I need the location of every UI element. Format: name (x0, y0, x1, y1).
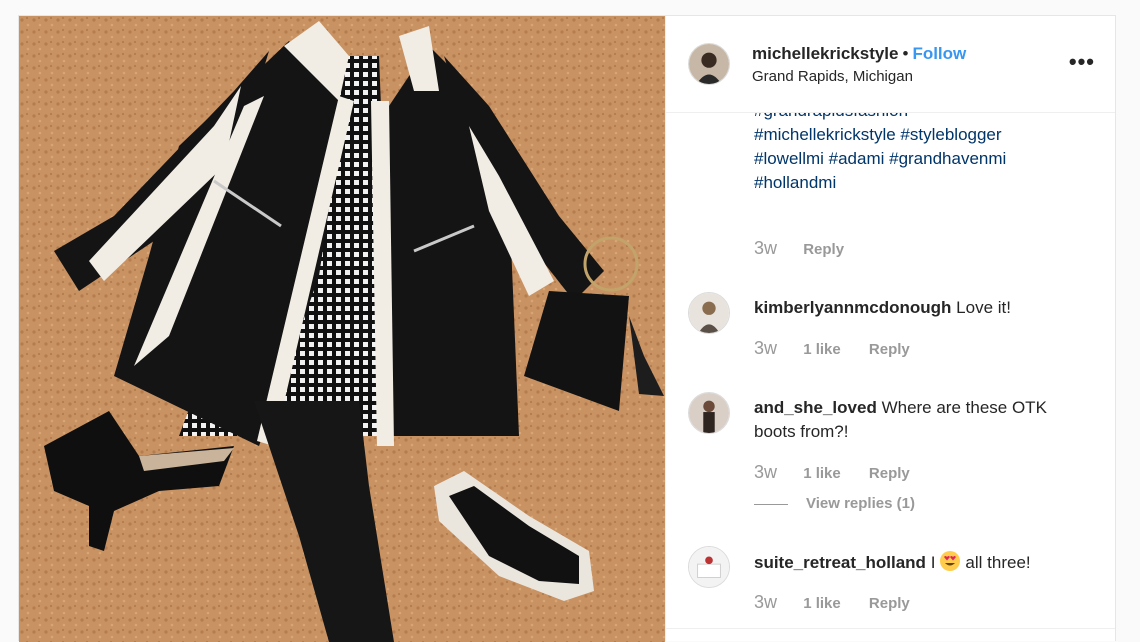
more-options-icon[interactable]: ••• (1069, 51, 1095, 73)
commenter-username[interactable]: kimberlyannmcdonough (754, 298, 951, 317)
commenter-username[interactable]: suite_retreat_holland (754, 553, 926, 572)
caption-meta: 3w Reply (754, 238, 844, 259)
comment-text-block: kimberlyannmcdonough Love it! (754, 296, 1075, 320)
caption-line: #grandrapidsfashion (754, 112, 1006, 123)
caption-line: #hollandmi (754, 171, 1006, 195)
replies-divider (754, 503, 788, 505)
heart-eyes-emoji-icon (940, 551, 961, 571)
hashtag-link[interactable]: #michellekrickstyle #styleblogger (754, 125, 1002, 144)
author-username[interactable]: michellekrickstyle (752, 44, 898, 63)
comment-likes[interactable]: 1 like (803, 595, 841, 612)
caption-time[interactable]: 3w (754, 238, 777, 258)
post-side-panel: michellekrickstyle • Follow Grand Rapids, … (665, 16, 1115, 641)
commenter-avatar[interactable] (688, 392, 730, 434)
caption-line: #lowellmi #adami #grandhavenmi (754, 147, 1006, 171)
comment-meta: 3w 1 like Reply (754, 592, 910, 613)
action-bar-edge (666, 628, 1115, 641)
hashtag-link[interactable]: #grandrapidsfashion (754, 112, 908, 120)
comment-time[interactable]: 3w (754, 462, 777, 482)
comment-likes[interactable]: 1 like (803, 465, 841, 482)
comment-likes[interactable]: 1 like (803, 341, 841, 358)
comment-time[interactable]: 3w (754, 338, 777, 358)
comment-reply-button[interactable]: Reply (869, 465, 910, 482)
follow-button[interactable]: Follow (912, 44, 966, 63)
comment-text-before: I (930, 553, 936, 572)
comment-text: Love it! (956, 298, 1011, 317)
post-location[interactable]: Grand Rapids, Michigan (752, 68, 913, 85)
view-replies-button[interactable]: View replies (1) (754, 495, 915, 512)
separator-dot: • (902, 44, 909, 63)
caption-line: #michellekrickstyle #styleblogger (754, 123, 1006, 147)
commenter-avatar[interactable] (688, 546, 730, 588)
author-line: michellekrickstyle • Follow (752, 44, 966, 64)
hashtag-link[interactable]: #hollandmi (754, 173, 836, 192)
comment-reply-button[interactable]: Reply (869, 595, 910, 612)
comments-list[interactable]: #grandrapidsfashion #michellekrickstyle … (666, 112, 1115, 641)
comment-meta: 3w 1 like Reply (754, 462, 910, 483)
comment-text-after: all three! (965, 553, 1031, 572)
comment-reply-button[interactable]: Reply (869, 341, 910, 358)
comment-text-block: and_she_loved Where are these OTK boots … (754, 396, 1075, 444)
post-photo[interactable] (19, 16, 665, 642)
caption-reply-button[interactable]: Reply (803, 241, 844, 258)
caption-hashtags: #grandrapidsfashion #michellekrickstyle … (754, 112, 1006, 195)
instagram-post: michellekrickstyle • Follow Grand Rapids, … (18, 15, 1116, 642)
post-header: michellekrickstyle • Follow Grand Rapids, … (666, 16, 1115, 113)
view-replies-label: View replies (1) (806, 495, 915, 512)
hashtag-link[interactable]: #lowellmi #adami #grandhavenmi (754, 149, 1006, 168)
outfit-flatlay-image (19, 16, 665, 642)
comment-time[interactable]: 3w (754, 592, 777, 612)
commenter-avatar[interactable] (688, 292, 730, 334)
comment-text-block: suite_retreat_holland I all three! (754, 550, 1075, 575)
author-avatar[interactable] (688, 43, 730, 85)
comment-meta: 3w 1 like Reply (754, 338, 910, 359)
commenter-username[interactable]: and_she_loved (754, 398, 877, 417)
